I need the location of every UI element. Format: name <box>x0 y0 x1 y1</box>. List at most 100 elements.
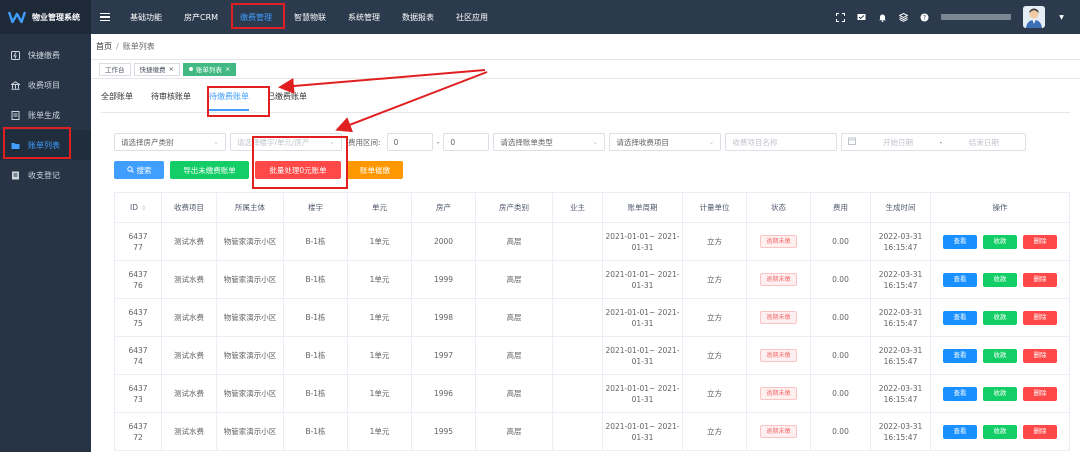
nav-item-crm[interactable]: 房产CRM <box>173 0 229 34</box>
breadcrumb-home[interactable]: 首页 <box>96 41 112 52</box>
cell-value: 0.00 <box>832 389 849 398</box>
cell-time: 2022-03-31 16:15:47 <box>870 222 931 261</box>
collect-button[interactable]: 收款 <box>983 272 1017 287</box>
cell-value: 高层 <box>506 427 522 436</box>
cell-value: 物管家演示小区 <box>223 427 277 436</box>
house-type-select[interactable]: 请选择房产类别 ⌄ <box>114 133 226 151</box>
cell-status: 逾期未缴 <box>746 222 811 261</box>
cell-value: 0.00 <box>832 275 849 284</box>
cell-item: 测试水费 <box>161 222 217 261</box>
column-header-label: 单元 <box>372 203 387 212</box>
view-button[interactable]: 查看 <box>943 272 977 287</box>
column-header-label: 所属主体 <box>235 203 265 212</box>
bill-reminder-button[interactable]: 账单催缴 <box>347 161 403 179</box>
view-button[interactable]: 查看 <box>943 234 977 249</box>
close-icon[interactable]: × <box>225 65 230 73</box>
export-unpaid-button[interactable]: 导出未缴费账单 <box>170 161 249 179</box>
sidebar-item-fee-items[interactable]: 收费项目 <box>0 70 91 100</box>
sidebar-item-ledger[interactable]: 收支登记 <box>0 160 91 190</box>
layers-icon[interactable] <box>898 12 909 22</box>
tag-quick-pay[interactable]: 快捷缴费 × <box>133 62 180 76</box>
delete-button[interactable]: 删除 <box>1023 310 1057 325</box>
nav-item-iot[interactable]: 智慧物联 <box>283 0 337 34</box>
user-avatar[interactable] <box>1023 6 1045 28</box>
fee-max-input[interactable]: 0 <box>443 133 490 151</box>
app-logo[interactable]: 物业管理系统 <box>0 0 91 34</box>
cell-fee: 0.00 <box>810 374 871 413</box>
annotation-box-batch <box>252 136 348 189</box>
message-icon[interactable] <box>857 13 866 22</box>
annotation-box-tab <box>207 86 270 117</box>
cell-fee: 0.00 <box>810 412 871 451</box>
bell-icon[interactable] <box>878 13 887 22</box>
sort-icon[interactable]: ⇕ <box>141 205 146 212</box>
cell-value: B-1栋 <box>305 313 326 322</box>
cell-unit: 1单元 <box>347 412 412 451</box>
breadcrumb-current: 账单列表 <box>122 42 155 51</box>
cell-value: 1单元 <box>369 427 390 436</box>
nav-item-reports[interactable]: 数据报表 <box>391 0 445 34</box>
cell-value: 1999 <box>433 275 454 284</box>
fee-min-input[interactable]: 0 <box>386 133 433 151</box>
cell-time: 2022-03-31 16:15:47 <box>870 260 931 299</box>
select-value: 请选择房产类别 <box>121 137 174 147</box>
collect-button[interactable]: 收款 <box>983 310 1017 325</box>
delete-button[interactable]: 删除 <box>1023 386 1057 401</box>
caret-down-icon[interactable]: ▼ <box>1057 13 1066 22</box>
nav-item-community[interactable]: 社区应用 <box>445 0 499 34</box>
cell-building: B-1栋 <box>283 298 348 337</box>
calendar-icon <box>848 137 857 147</box>
fullscreen-icon[interactable] <box>836 12 845 22</box>
collect-button[interactable]: 收款 <box>983 386 1017 401</box>
column-header[interactable]: ID ⇕ <box>114 192 162 223</box>
column-header-label: ID <box>129 202 138 212</box>
cell-value: 643774 <box>128 345 148 366</box>
tab-pending-review[interactable]: 待审核账单 <box>151 91 191 111</box>
help-icon[interactable]: ? <box>920 13 929 22</box>
column-header: 计量单位 <box>682 192 747 223</box>
document-icon <box>11 110 20 120</box>
view-button[interactable]: 查看 <box>943 424 977 439</box>
cell-id: 643774 <box>114 336 162 375</box>
cell-value: 643773 <box>128 383 148 404</box>
cell-status: 逾期未缴 <box>746 374 811 413</box>
sidebar-item-bill-generate[interactable]: 账单生成 <box>0 100 91 130</box>
delete-button[interactable]: 删除 <box>1023 234 1057 249</box>
column-header: 收费项目 <box>161 192 217 223</box>
tab-paid[interactable]: 已缴费账单 <box>267 91 307 111</box>
view-button[interactable]: 查看 <box>943 348 977 363</box>
cell-period: 2021-01-01~ 2021-01-31 <box>602 260 683 299</box>
column-header-label: 计量单位 <box>699 203 730 212</box>
delete-button[interactable]: 删除 <box>1023 348 1057 363</box>
table-row: 643777 测试水费 物管家演示小区 B-1栋 1单元 2000 高层 2021-01-01… <box>114 222 1070 261</box>
bill-type-select[interactable]: 请选择账单类型 ⌄ <box>493 133 606 151</box>
tag-label: 快捷缴费 <box>139 66 166 74</box>
hamburger-menu-icon[interactable] <box>91 12 119 22</box>
fee-item-select[interactable]: 请选择收费项目 ⌄ <box>609 133 722 151</box>
sidebar-item-quick-pay[interactable]: 快捷缴费 <box>0 40 91 70</box>
nav-item-basic[interactable]: 基础功能 <box>119 0 173 34</box>
date-range-picker[interactable]: 开始日期 - 结束日期 <box>841 133 1027 151</box>
cell-value: 1995 <box>433 427 454 436</box>
collect-button[interactable]: 收款 <box>983 348 1017 363</box>
search-button[interactable]: 搜索 <box>114 161 164 179</box>
delete-button[interactable]: 删除 <box>1023 272 1057 287</box>
tab-all-bills[interactable]: 全部账单 <box>101 91 133 111</box>
cell-period: 2021-01-01~ 2021-01-31 <box>602 222 683 261</box>
collect-button[interactable]: 收款 <box>983 424 1017 439</box>
delete-button[interactable]: 删除 <box>1023 424 1057 439</box>
view-button[interactable]: 查看 <box>943 310 977 325</box>
chevron-down-icon: ⌄ <box>708 138 715 146</box>
fee-name-input[interactable]: 收费项目名称 <box>725 133 838 151</box>
view-button[interactable]: 查看 <box>943 386 977 401</box>
table-row: 643776 测试水费 物管家演示小区 B-1栋 1单元 1999 高层 2021-01-01… <box>114 260 1070 299</box>
tag-bill-list[interactable]: 账单列表 × <box>182 62 237 76</box>
input-placeholder: 收费项目名称 <box>732 137 778 147</box>
cell-value: B-1栋 <box>305 389 326 398</box>
cell-fee: 0.00 <box>810 260 871 299</box>
nav-item-system[interactable]: 系统管理 <box>337 0 391 34</box>
cell-type: 高层 <box>475 260 553 299</box>
tag-workbench[interactable]: 工作台 <box>99 62 131 76</box>
collect-button[interactable]: 收款 <box>983 234 1017 249</box>
close-icon[interactable]: × <box>169 65 174 73</box>
